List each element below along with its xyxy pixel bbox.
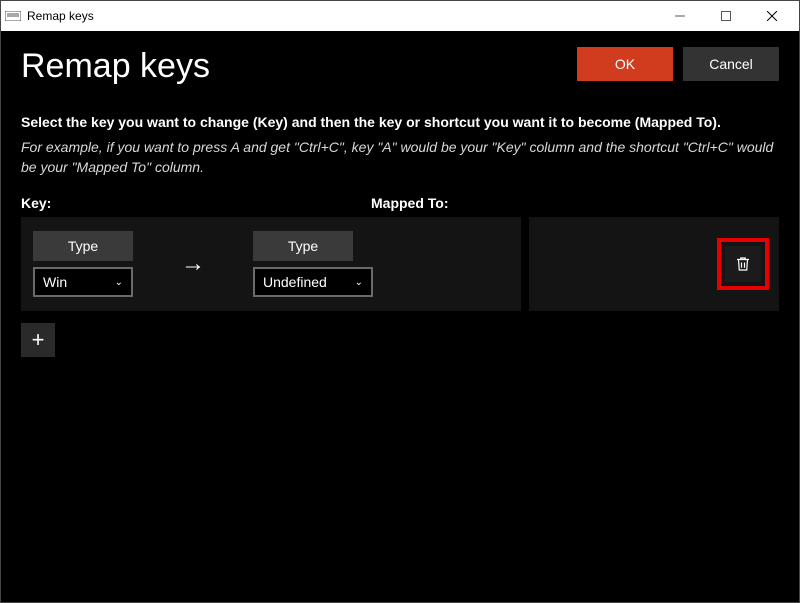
delete-highlight xyxy=(717,238,769,290)
key-select-value: Win xyxy=(43,274,67,290)
titlebar: Remap keys xyxy=(1,1,799,31)
key-block: Type Win ⌄ xyxy=(33,231,133,297)
page-title: Remap keys xyxy=(21,47,577,86)
chevron-down-icon: ⌄ xyxy=(355,277,363,288)
instructions-text: Select the key you want to change (Key) … xyxy=(21,114,779,130)
cancel-button[interactable]: Cancel xyxy=(683,47,779,81)
window: Remap keys Remap keys OK Cancel Select t… xyxy=(0,0,800,603)
mapping-row: Type Win ⌄ → Type Undefined ⌄ xyxy=(21,217,779,311)
mapping-panel: Type Win ⌄ → Type Undefined ⌄ xyxy=(21,217,521,311)
ok-button[interactable]: OK xyxy=(577,47,673,81)
arrow-icon: → xyxy=(133,250,253,278)
add-button[interactable]: + xyxy=(21,323,55,357)
mapped-block: Type Undefined ⌄ xyxy=(253,231,373,297)
content-area: Remap keys OK Cancel Select the key you … xyxy=(1,31,799,602)
header-row: Remap keys OK Cancel xyxy=(21,47,779,86)
column-mapped-label: Mapped To: xyxy=(371,195,449,211)
column-headers: Key: Mapped To: xyxy=(21,195,779,211)
maximize-button[interactable] xyxy=(703,1,749,31)
window-title: Remap keys xyxy=(27,9,94,23)
delete-button[interactable] xyxy=(725,246,761,282)
key-select[interactable]: Win ⌄ xyxy=(33,267,133,297)
key-type-button[interactable]: Type xyxy=(33,231,133,261)
trash-icon xyxy=(734,255,752,273)
close-button[interactable] xyxy=(749,1,795,31)
plus-icon: + xyxy=(32,327,45,353)
mapped-type-button[interactable]: Type xyxy=(253,231,353,261)
minimize-button[interactable] xyxy=(657,1,703,31)
chevron-down-icon: ⌄ xyxy=(115,277,123,288)
mapped-select[interactable]: Undefined ⌄ xyxy=(253,267,373,297)
delete-panel xyxy=(529,217,779,311)
app-icon xyxy=(5,8,21,24)
column-key-label: Key: xyxy=(21,195,371,211)
mapped-select-value: Undefined xyxy=(263,274,327,290)
example-text: For example, if you want to press A and … xyxy=(21,138,779,177)
